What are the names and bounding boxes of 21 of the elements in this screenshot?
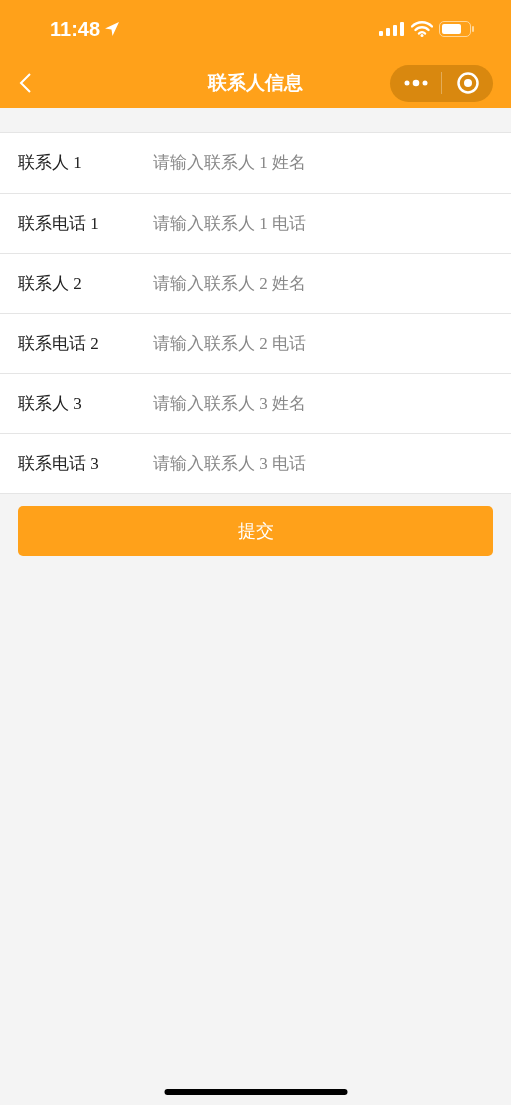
input-field[interactable]: 请输入联系人 1 电话 [153, 203, 495, 244]
field-label: 联系电话 3 [18, 452, 100, 475]
field-label: 联系电话 1 [18, 212, 100, 235]
more-icon [403, 79, 428, 87]
input-field[interactable]: 请输入联系人 1 姓名 [153, 143, 495, 183]
input-field[interactable]: 请输入联系人 3 电话 [153, 443, 495, 484]
battery-icon [439, 21, 475, 37]
signal-icon [379, 22, 405, 36]
location-icon [104, 21, 121, 37]
wifi-icon [411, 21, 433, 37]
field-label: 联系电话 2 [18, 332, 100, 355]
status-time: 11:48 [50, 17, 101, 42]
target-icon [455, 71, 480, 95]
input-field[interactable]: 请输入联系人 2 姓名 [153, 263, 495, 304]
field-label: 联系人 3 [18, 392, 83, 415]
input-field[interactable]: 请输入联系人 2 电话 [153, 323, 495, 364]
input-field[interactable]: 请输入联系人 3 姓名 [153, 383, 495, 424]
field-label: 联系人 1 [18, 152, 83, 175]
field-label: 联系人 2 [18, 272, 83, 295]
submit-button[interactable]: 提交 [18, 506, 493, 556]
page-title: 联系人信息 [208, 70, 303, 95]
